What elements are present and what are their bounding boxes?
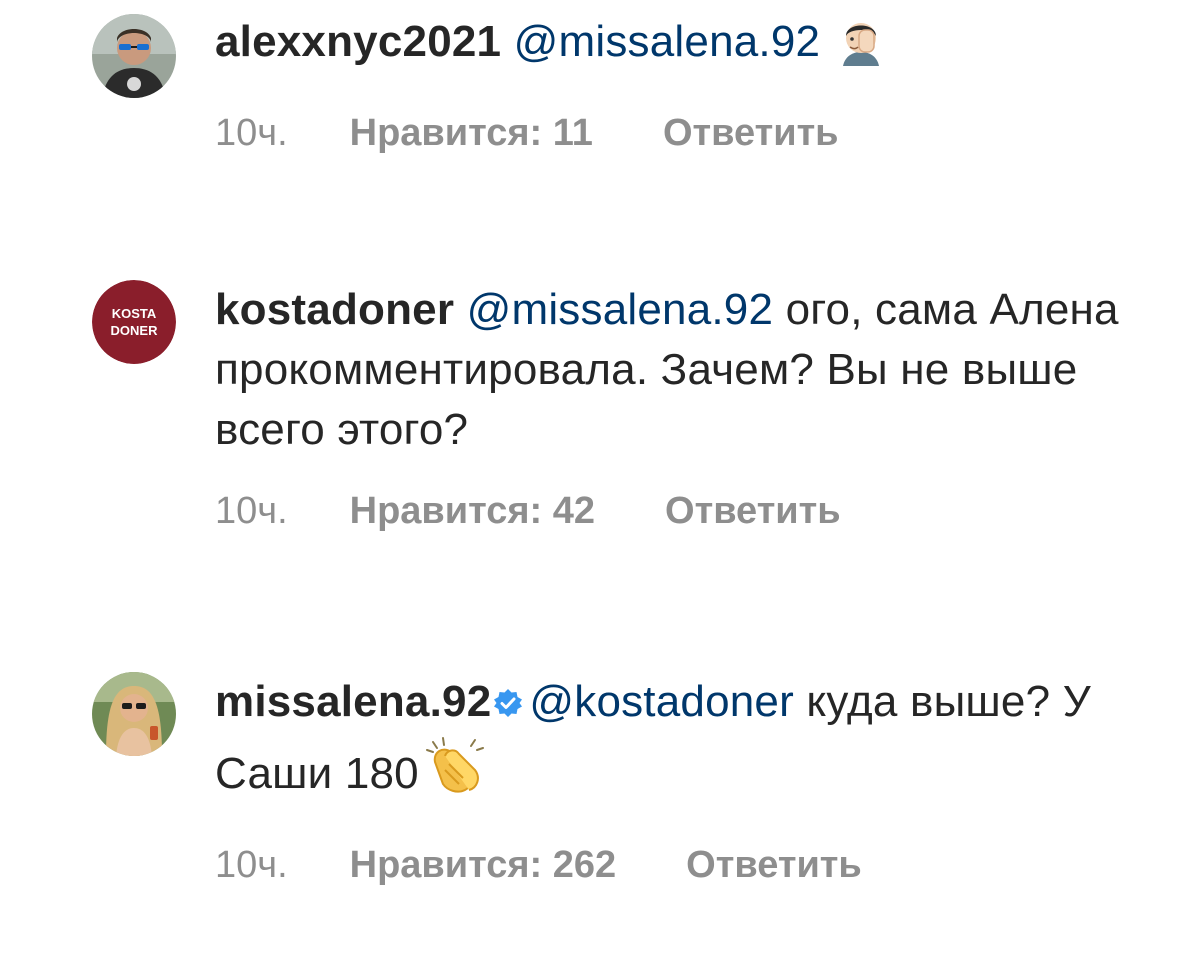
facepalm-emoji <box>837 16 885 82</box>
comment-likes[interactable]: Нравится: 42 <box>350 490 595 533</box>
comment-mention[interactable]: @kostadoner <box>529 677 794 726</box>
reply-button[interactable]: Ответить <box>665 490 841 533</box>
comment-time: 10ч. <box>215 844 288 886</box>
logo-text-line1: KOSTA <box>112 306 157 321</box>
comment-likes[interactable]: Нравится: 262 <box>350 844 617 887</box>
clapping-hands-emoji <box>423 734 487 814</box>
comment-text: missalena.92 @kostadoner куда выше? У Са… <box>215 672 1139 814</box>
comment-time: 10ч. <box>215 112 288 154</box>
logo-text-line2: DONER <box>111 323 159 338</box>
comment-meta: 10ч. Нравится: 262 Ответить <box>215 844 1139 887</box>
user-photo-icon <box>92 672 176 756</box>
comment-meta: 10ч. Нравится: 11 Ответить <box>215 112 1139 155</box>
comment-likes[interactable]: Нравится: 11 <box>350 112 593 155</box>
avatar[interactable] <box>92 14 176 98</box>
reply-button[interactable]: Ответить <box>686 844 862 887</box>
user-photo-icon <box>92 14 176 98</box>
kosta-doner-logo-icon: KOSTA DONER <box>92 280 176 364</box>
comment-text: alexxnyc2021 @missalena.92 <box>215 12 1139 82</box>
avatar[interactable]: KOSTA DONER <box>92 280 176 364</box>
comment-username[interactable]: kostadoner <box>215 285 454 334</box>
comment-username[interactable]: missalena.92 <box>215 677 491 726</box>
comment-mention[interactable]: @missalena.92 <box>514 17 821 66</box>
comment-time: 10ч. <box>215 490 288 532</box>
comment-text: kostadoner @missalena.92 ого, сама Алена… <box>215 280 1139 460</box>
comment-meta: 10ч. Нравится: 42 Ответить <box>215 490 1139 533</box>
comment-mention[interactable]: @missalena.92 <box>467 285 774 334</box>
verified-badge-icon <box>493 674 523 734</box>
comment-username[interactable]: alexxnyc2021 <box>215 17 501 66</box>
reply-button[interactable]: Ответить <box>663 112 839 155</box>
avatar[interactable] <box>92 672 176 756</box>
